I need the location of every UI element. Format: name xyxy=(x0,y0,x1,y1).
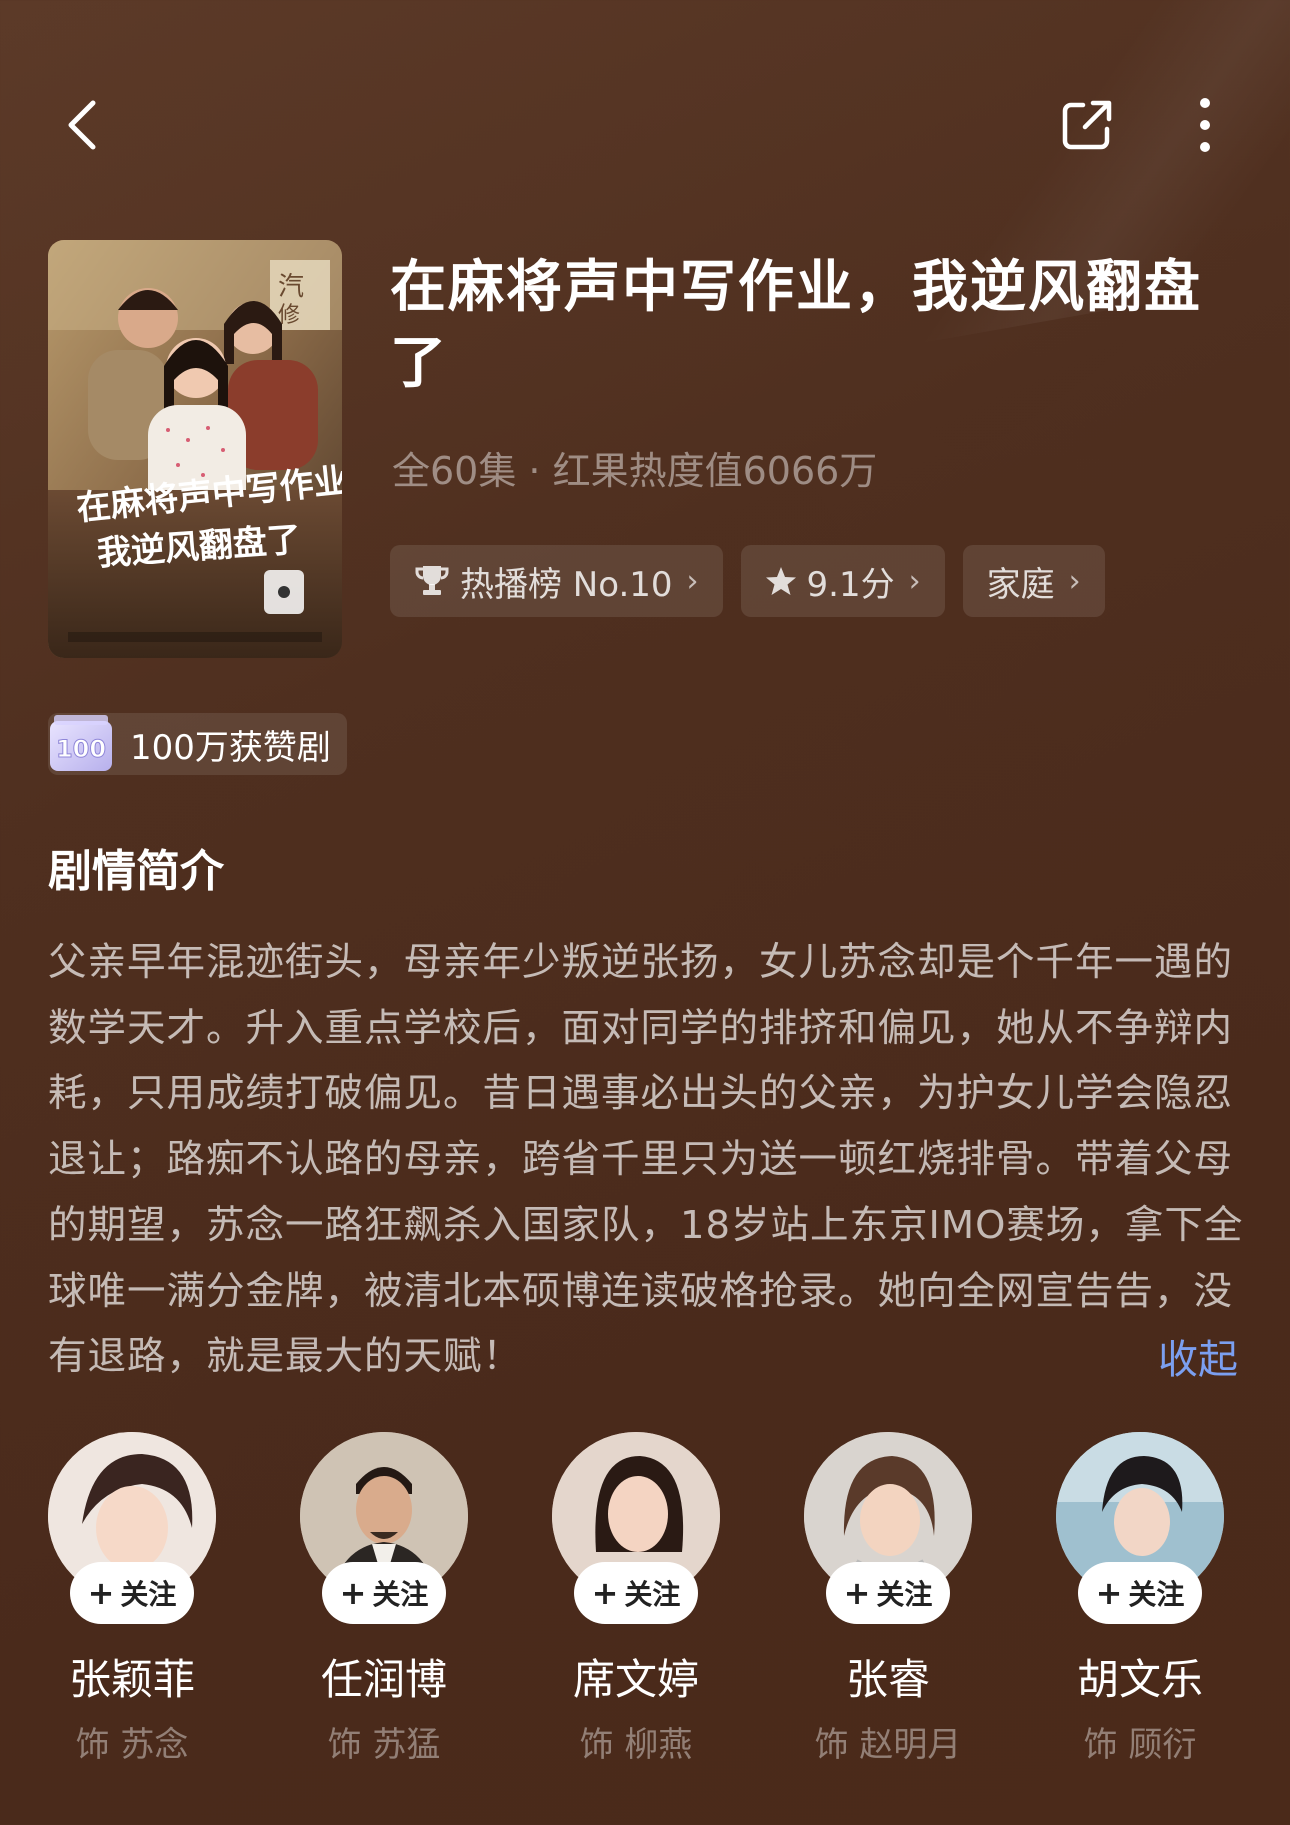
plus-icon: + xyxy=(339,1574,367,1612)
role-name: 饰 苏猛 xyxy=(327,1725,441,1765)
drama-title: 在麻将声中写作业，我逆风翻盘了 xyxy=(390,255,1202,396)
rating-tag[interactable]: 9.1分 › xyxy=(740,545,945,617)
follow-button[interactable]: + 关注 xyxy=(1077,1562,1203,1624)
follow-button[interactable]: + 关注 xyxy=(69,1562,195,1624)
chevron-right-icon: › xyxy=(908,563,921,599)
chevron-right-icon: › xyxy=(686,563,699,599)
role-name: 饰 柳燕 xyxy=(579,1725,693,1765)
likes-badge[interactable]: 100 100万获赞剧 xyxy=(48,713,347,775)
synopsis-text: 父亲早年混迹街头，母亲年少叛逆张扬，女儿苏念却是个千年一遇的数学天才。升入重点学… xyxy=(48,940,1244,1380)
role-name: 饰 顾衍 xyxy=(1083,1725,1197,1765)
follow-button[interactable]: + 关注 xyxy=(321,1562,447,1624)
plus-icon: + xyxy=(843,1574,871,1612)
cast-member[interactable]: + 关注 任润博 饰 苏猛 xyxy=(284,1432,484,1766)
actor-name: 胡文乐 xyxy=(1076,1655,1203,1704)
genre-tag-label: 家庭 xyxy=(986,564,1055,605)
cast-member[interactable]: + 关注 张颖菲 饰 苏念 xyxy=(32,1432,232,1766)
follow-label: 关注 xyxy=(372,1578,429,1611)
share-button[interactable] xyxy=(1052,95,1122,155)
genre-tag[interactable]: 家庭 › xyxy=(962,545,1105,617)
drama-meta: 全60集 · 红果热度值6066万 xyxy=(392,449,878,493)
more-vertical-icon xyxy=(1200,98,1210,152)
synopsis-heading: 剧情简介 xyxy=(48,846,224,897)
actor-name: 任润博 xyxy=(320,1655,447,1704)
chevron-left-icon xyxy=(68,100,96,150)
top-nav xyxy=(0,95,1290,155)
plus-icon: + xyxy=(87,1574,115,1612)
plus-icon: + xyxy=(591,1574,619,1612)
follow-button[interactable]: + 关注 xyxy=(825,1562,951,1624)
actor-name: 席文婷 xyxy=(572,1655,699,1704)
trophy-icon xyxy=(415,566,449,595)
actor-name: 张颖菲 xyxy=(68,1655,195,1704)
badge-number: 100 xyxy=(56,735,106,763)
ranking-tag-label: 热播榜 No.10 xyxy=(460,564,673,605)
more-button[interactable] xyxy=(1170,95,1240,155)
rating-tag-label: 9.1分 xyxy=(806,564,895,605)
follow-label: 关注 xyxy=(120,1578,177,1611)
svg-text:汽: 汽 xyxy=(278,272,304,302)
drama-poster[interactable]: 汽 修 在麻将声中写作业, 我逆风翻盘了 xyxy=(48,240,342,658)
chevron-right-icon: › xyxy=(1068,563,1081,599)
collapse-button[interactable]: 收起 xyxy=(1158,1327,1238,1385)
role-name: 饰 赵明月 xyxy=(814,1725,962,1765)
actor-name: 张睿 xyxy=(845,1655,930,1704)
cast-member[interactable]: + 关注 胡文乐 饰 顾衍 xyxy=(1040,1432,1240,1766)
follow-label: 关注 xyxy=(624,1578,681,1611)
follow-button[interactable]: + 关注 xyxy=(573,1562,699,1624)
hundred-badge-icon: 100 xyxy=(50,715,112,771)
tag-row: 热播榜 No.10 › 9.1分 › 家庭 › xyxy=(390,545,1105,617)
cast-member[interactable]: + 关注 张睿 饰 赵明月 xyxy=(788,1432,988,1766)
ranking-tag[interactable]: 热播榜 No.10 › xyxy=(390,545,723,617)
star-icon xyxy=(765,567,796,595)
likes-badge-label: 100万获赞剧 xyxy=(130,727,331,768)
follow-label: 关注 xyxy=(876,1578,933,1611)
cast-member[interactable]: + 关注 席文婷 饰 柳燕 xyxy=(536,1432,736,1766)
back-button[interactable] xyxy=(48,95,118,155)
role-name: 饰 苏念 xyxy=(75,1725,189,1765)
follow-label: 关注 xyxy=(1128,1578,1185,1611)
share-icon xyxy=(1062,100,1112,150)
plus-icon: + xyxy=(1095,1574,1123,1612)
